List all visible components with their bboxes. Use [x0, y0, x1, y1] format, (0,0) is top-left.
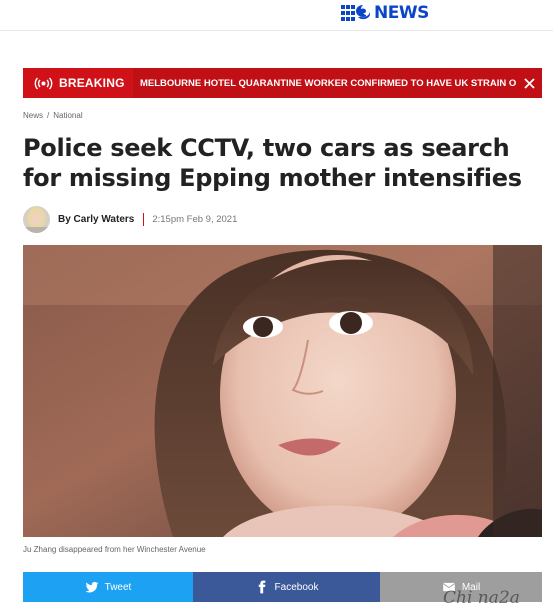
- author-name[interactable]: By Carly Waters: [58, 214, 134, 225]
- nine-news-logo[interactable]: NEWS: [341, 4, 429, 22]
- publish-time: 2:15pm Feb 9, 2021: [152, 214, 238, 225]
- image-caption: Ju Zhang disappeared from her Winchester…: [23, 545, 206, 554]
- breaking-message[interactable]: MELBOURNE HOTEL QUARANTINE WORKER CONFIR…: [133, 68, 516, 98]
- facebook-label: Facebook: [274, 581, 319, 593]
- article-hero-image[interactable]: [23, 245, 542, 537]
- logo-wordmark: NEWS: [374, 3, 429, 23]
- facebook-icon: [258, 580, 265, 594]
- breaking-close-button[interactable]: [516, 68, 542, 98]
- site-header: NEWS: [0, 0, 553, 31]
- nine-logo-icon: [341, 5, 370, 21]
- tweet-label: Tweet: [104, 581, 132, 593]
- byline-divider: [143, 213, 145, 226]
- breadcrumb: News / National: [23, 111, 83, 120]
- author-avatar[interactable]: [23, 206, 50, 233]
- article-headline: Police seek CCTV, two cars as search for…: [23, 134, 522, 192]
- breaking-label: BREAKING: [59, 76, 125, 90]
- author-photo: [23, 206, 50, 233]
- close-icon: [523, 77, 535, 89]
- twitter-icon: [85, 581, 99, 593]
- breaking-tag: BREAKING: [23, 68, 133, 98]
- hero-photo: [23, 245, 542, 537]
- facebook-button[interactable]: Facebook: [193, 572, 380, 602]
- breaking-news-banner[interactable]: BREAKING MELBOURNE HOTEL QUARANTINE WORK…: [23, 68, 542, 98]
- watermark: Chi na2a: [443, 588, 520, 608]
- breadcrumb-news[interactable]: News: [23, 111, 43, 120]
- broadcast-icon: [34, 77, 53, 89]
- article-byline: By Carly Waters 2:15pm Feb 9, 2021: [23, 206, 237, 233]
- tweet-button[interactable]: Tweet: [23, 572, 193, 602]
- breadcrumb-national[interactable]: National: [53, 111, 82, 120]
- breadcrumb-separator: /: [47, 111, 50, 120]
